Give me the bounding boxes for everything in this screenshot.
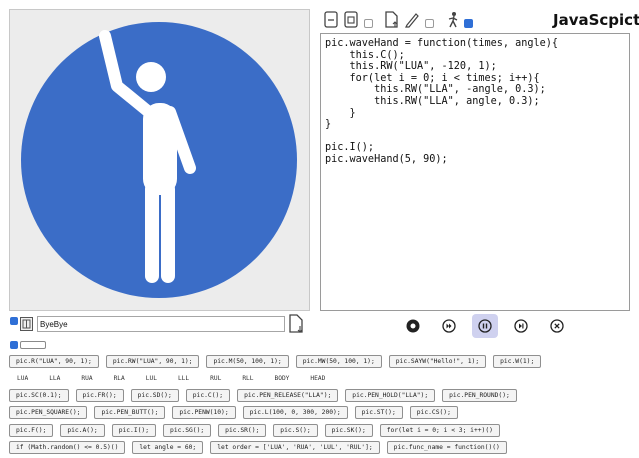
save-file-icon[interactable] — [288, 314, 304, 333]
cmd-for-loop[interactable]: for(let i = 0; i < 3; i++)() — [379, 424, 500, 437]
fast-forward-icon — [442, 319, 456, 333]
close-circle-icon — [550, 319, 564, 333]
cmd-front[interactable]: pic.FR(); — [75, 389, 124, 402]
cmd-pen-hold[interactable]: pic.PEN_HOLD("LLA"); — [345, 389, 436, 402]
cmd-let-angle[interactable]: let angle = 60; — [132, 441, 204, 454]
step-icon — [514, 319, 528, 333]
limb-label[interactable]: RUA — [81, 375, 92, 382]
limb-label[interactable]: BODY — [275, 375, 290, 382]
cmd-if-random[interactable]: if (Math.random() <= 0.5)() — [9, 441, 126, 454]
text-box-icon[interactable] — [20, 317, 33, 331]
new-file-button[interactable] — [322, 9, 340, 29]
pause-button[interactable] — [472, 314, 498, 338]
name-field[interactable] — [37, 316, 285, 332]
limb-label[interactable]: RUL — [210, 375, 221, 382]
pause-icon — [478, 319, 492, 333]
show-name-checkbox[interactable] — [10, 317, 18, 325]
canvas-drawing — [21, 22, 297, 298]
cmd-clear[interactable]: pic.C(); — [185, 389, 231, 402]
cmd-say-wait[interactable]: pic.SAYW("Hello!", 1); — [388, 355, 487, 368]
figure-left-leg — [145, 182, 159, 283]
cmd-side[interactable]: pic.SD(); — [130, 389, 179, 402]
cmd-sg[interactable]: pic.SG(); — [163, 424, 212, 437]
cmd-scale[interactable]: pic.SC(0.1); — [9, 389, 69, 402]
cmd-pen-width[interactable]: pic.PENW(10); — [172, 406, 236, 419]
step-button[interactable] — [508, 314, 534, 338]
limb-label[interactable]: LUL — [146, 375, 157, 382]
cmd-sr[interactable]: pic.SR(); — [218, 424, 267, 437]
cmd-pen-round[interactable]: pic.PEN_ROUND(); — [442, 389, 517, 402]
pencil-icon — [405, 12, 419, 28]
command-row-4: pic.F(); pic.A(); pic.I(); pic.SG(); pic… — [9, 424, 507, 437]
cmd-func-name[interactable]: pic.func_name = function()() — [386, 441, 507, 454]
drawing-canvas[interactable] — [9, 9, 310, 311]
open-file-button[interactable] — [342, 9, 360, 29]
record-button[interactable] — [400, 314, 426, 338]
limb-labels: LUA LLA RUA RLA LUL LLL RUL RLL BODY HEA… — [17, 375, 346, 382]
playback-controls — [400, 314, 580, 338]
toolbar-checkbox-2[interactable] — [425, 18, 434, 28]
open-file-icon — [344, 10, 358, 28]
limb-label[interactable]: LUA — [17, 375, 28, 382]
command-row-3: pic.PEN_SQUARE(); pic.PEN_BUTT(); pic.PE… — [9, 406, 465, 419]
cmd-wait[interactable]: pic.W(1); — [493, 355, 542, 368]
cmd-pen-square[interactable]: pic.PEN_SQUARE(); — [9, 406, 88, 419]
new-file-icon — [324, 10, 338, 28]
cmd-s[interactable]: pic.S(); — [273, 424, 318, 437]
limb-label[interactable]: LLA — [49, 375, 60, 382]
toolbar-checkbox-1[interactable] — [364, 18, 373, 28]
cmd-stamp[interactable]: pic.ST(); — [354, 406, 403, 419]
cmd-pen-butt[interactable]: pic.PEN_BUTT(); — [94, 406, 166, 419]
export-icon — [385, 10, 398, 28]
cmd-f[interactable]: pic.F(); — [9, 424, 54, 437]
limb-label[interactable]: HEAD — [310, 375, 325, 382]
export-button[interactable] — [383, 9, 401, 29]
cmd-clear-stamp[interactable]: pic.CS(); — [409, 406, 458, 419]
pencil-button[interactable] — [403, 9, 421, 29]
walking-person-button[interactable] — [444, 9, 462, 29]
app-title: JavaScpict — [553, 11, 639, 29]
cmd-rotate[interactable]: pic.R("LUA", 90, 1); — [9, 355, 99, 368]
cmd-init[interactable]: pic.I(); — [111, 424, 157, 437]
record-icon — [406, 319, 420, 333]
toolbar-checkbox-3[interactable] — [464, 18, 473, 28]
code-editor[interactable]: pic.waveHand = function(times, angle){ t… — [320, 33, 630, 311]
limb-label[interactable]: RLA — [114, 375, 125, 382]
command-row-1: pic.R("LUA", 90, 1); pic.RW("LUA", 90, 1… — [9, 355, 548, 368]
limb-label[interactable]: RLL — [242, 375, 253, 382]
cmd-rotate-wait[interactable]: pic.RW("LUA", 90, 1); — [105, 355, 200, 368]
cmd-a[interactable]: pic.A(); — [60, 424, 105, 437]
limb-label[interactable]: LLL — [178, 375, 189, 382]
command-row-5: if (Math.random() <= 0.5)() let angle = … — [9, 441, 514, 454]
figure-right-leg — [161, 182, 175, 283]
cmd-pen-release[interactable]: pic.PEN_RELEASE("LLA"); — [237, 389, 339, 402]
fast-forward-button[interactable] — [436, 314, 462, 338]
cmd-let-order[interactable]: let order = ['LUA', 'RUA', 'LUL', 'RUL']… — [210, 441, 380, 454]
stop-button[interactable] — [544, 314, 570, 338]
toolbar — [322, 8, 483, 30]
toggle-field[interactable] — [20, 341, 46, 349]
toggle-checkbox[interactable] — [10, 341, 18, 349]
command-row-2: pic.SC(0.1); pic.FR(); pic.SD(); pic.C()… — [9, 389, 524, 402]
cmd-move-wait[interactable]: pic.MW(50, 100, 1); — [295, 355, 382, 368]
cmd-sk[interactable]: pic.SK(); — [324, 424, 373, 437]
walking-person-icon — [448, 11, 458, 27]
cmd-move[interactable]: pic.M(50, 100, 1); — [206, 355, 289, 368]
figure-head — [136, 62, 166, 92]
cmd-line[interactable]: pic.L(100, 0, 300, 200); — [242, 406, 348, 419]
code-text: pic.waveHand = function(times, angle){ t… — [325, 38, 559, 165]
